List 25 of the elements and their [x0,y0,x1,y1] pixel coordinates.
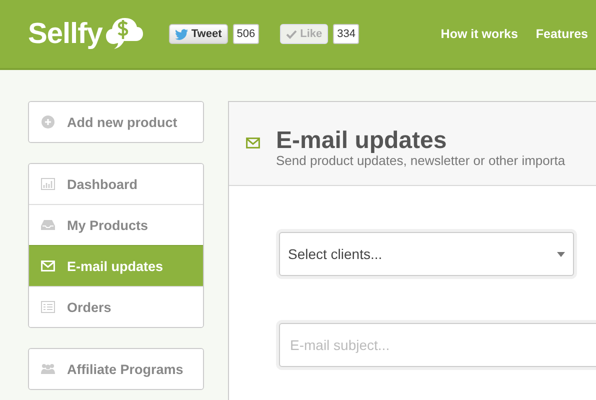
sidebar-item[interactable]: Affiliate Programs [29,349,203,389]
envelope-icon [246,136,260,150]
tweet-button[interactable]: Tweet [169,24,228,44]
chart-icon [41,177,55,191]
sidebar-item[interactable]: Add new product [29,102,203,142]
sidebar-item[interactable]: Orders [29,286,203,327]
logo-wordmark[interactable]: Sellfy [28,18,102,50]
page-title: E-mail updates [276,129,448,153]
tray-icon [41,218,55,232]
nav-link[interactable]: How it works [440,27,518,41]
subject-field[interactable]: E-mail subject... [279,323,596,367]
people-icon [41,362,55,376]
nav-link[interactable]: Features [536,27,588,41]
plus-icon [41,115,55,129]
sidebar-item[interactable]: E-mail updates [29,245,203,286]
check-icon [286,30,298,38]
like-button[interactable]: Like [280,24,328,44]
clients-dropdown[interactable]: Select clients... [279,232,574,276]
page-subtitle: Send product updates, newsletter or other importa [276,153,566,169]
bird-icon [175,28,188,40]
envelope-icon [41,259,55,273]
caret-icon [557,252,565,256]
share-count: 506 [232,24,260,44]
list-icon [41,300,55,314]
share-count: 334 [333,24,360,44]
